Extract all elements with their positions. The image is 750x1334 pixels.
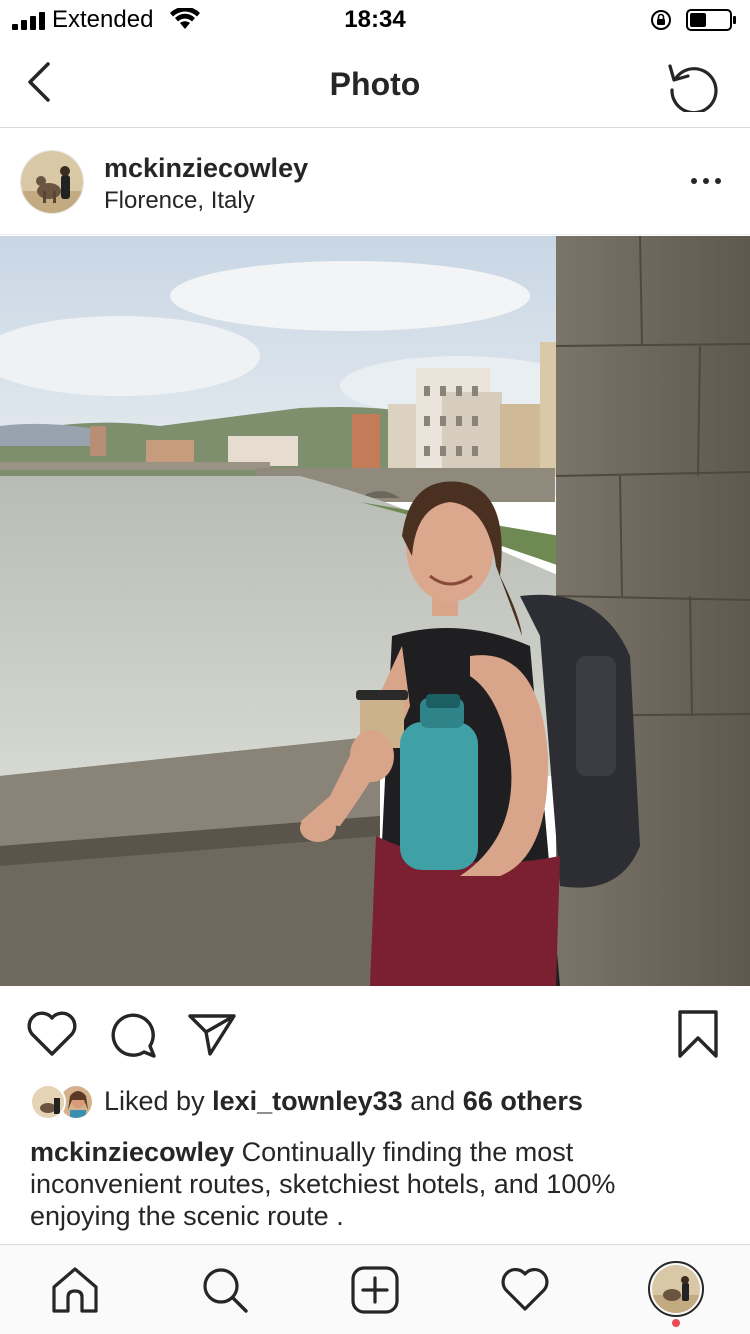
battery-icon bbox=[686, 9, 736, 31]
page-title: Photo bbox=[329, 66, 421, 102]
more-options-icon[interactable] bbox=[686, 169, 726, 193]
liked-by-username[interactable]: lexi_townley33 bbox=[212, 1086, 403, 1116]
home-icon bbox=[52, 1267, 98, 1313]
search-icon bbox=[203, 1268, 248, 1313]
like-heart-icon[interactable] bbox=[26, 1010, 78, 1058]
tab-new-post[interactable] bbox=[350, 1265, 400, 1315]
likes-summary[interactable]: Liked by lexi_townley33 and 66 others bbox=[0, 1082, 750, 1124]
heart-icon bbox=[501, 1267, 549, 1311]
author-avatar[interactable] bbox=[20, 150, 84, 214]
comment-bubble-icon[interactable] bbox=[106, 1010, 158, 1058]
tab-search[interactable] bbox=[200, 1265, 250, 1315]
bottom-tab-bar bbox=[0, 1244, 750, 1334]
photo-illustration bbox=[0, 236, 750, 986]
profile-avatar bbox=[652, 1265, 700, 1313]
liked-by-text: Liked by lexi_townley33 and 66 others bbox=[104, 1086, 583, 1116]
bookmark-icon[interactable] bbox=[676, 1008, 720, 1060]
liked-by-others-link[interactable]: 66 others bbox=[463, 1086, 583, 1116]
post-photo[interactable] bbox=[0, 236, 750, 986]
post-caption: mckinziecowley Continually finding the m… bbox=[30, 1136, 720, 1232]
navigation-bar: Photo bbox=[0, 40, 750, 128]
status-bar: Extended 18:34 bbox=[0, 0, 750, 40]
post-actions bbox=[0, 986, 750, 1078]
notification-dot bbox=[672, 1319, 680, 1327]
share-paper-plane-icon[interactable] bbox=[186, 1010, 238, 1058]
tab-profile[interactable] bbox=[648, 1261, 704, 1317]
post-location[interactable]: Florence, Italy bbox=[104, 187, 255, 215]
author-username[interactable]: mckinziecowley bbox=[104, 153, 308, 184]
liker-avatar bbox=[30, 1084, 66, 1120]
refresh-icon[interactable] bbox=[664, 56, 722, 112]
clock: 18:34 bbox=[344, 6, 406, 33]
tab-activity[interactable] bbox=[500, 1265, 550, 1315]
rotation-lock-icon bbox=[651, 10, 671, 30]
tab-home[interactable] bbox=[50, 1265, 100, 1315]
caption-username[interactable]: mckinziecowley bbox=[30, 1137, 234, 1167]
post-header: mckinziecowley Florence, Italy bbox=[0, 129, 750, 235]
plus-square-icon bbox=[351, 1266, 399, 1314]
